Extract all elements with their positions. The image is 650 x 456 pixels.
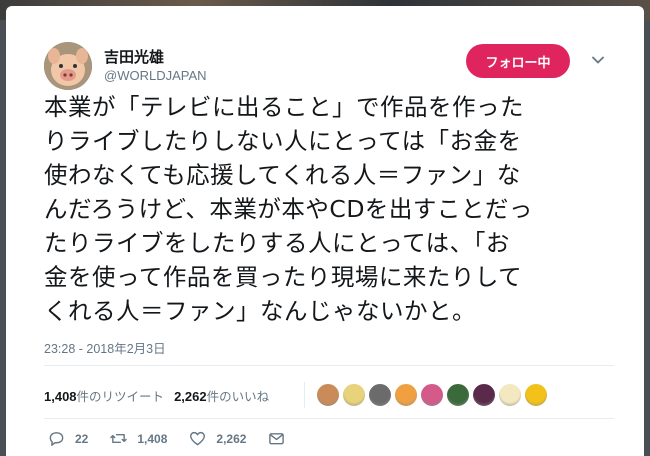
likes-count: 2,262: [174, 388, 207, 404]
tweet-line: んだろうけど、本業が本やCDを出すことだっ: [44, 195, 533, 223]
like-button[interactable]: 2,262: [189, 430, 246, 447]
user-name[interactable]: 吉田光雄: [104, 46, 164, 67]
direct-message-button[interactable]: [268, 430, 295, 447]
liker-avatar[interactable]: [524, 383, 548, 407]
stats-separator: [304, 382, 305, 408]
likes-label: 件のいいね: [206, 388, 270, 404]
retweets-stat[interactable]: 1,408件のリツイート: [44, 386, 164, 405]
liker-avatars: [316, 383, 550, 407]
tweet-line: 本業が「テレビに出ること」で作品を作った: [44, 93, 524, 121]
tweet-actions: 22 1,408 2,262: [48, 430, 317, 447]
tweet-text: 本業が「テレビに出ること」で作品を作った りライブしたりしない人にとっては「お金…: [44, 90, 624, 328]
retweet-count: 1,408: [137, 431, 168, 446]
liker-avatar[interactable]: [316, 383, 340, 407]
user-avatar[interactable]: [44, 42, 92, 90]
tweet-stats: 1,408件のリツイート 2,262件のいいね: [44, 377, 279, 413]
tweet-line: 金を使って作品を買ったり現場に来たりして: [44, 263, 523, 291]
retweets-count: 1,408: [44, 388, 77, 404]
divider: [44, 365, 614, 366]
likes-stat[interactable]: 2,262件のいいね: [174, 386, 269, 405]
envelope-icon: [269, 433, 285, 445]
liker-avatar[interactable]: [394, 383, 418, 407]
retweet-button[interactable]: 1,408: [110, 430, 167, 447]
liker-avatar[interactable]: [420, 383, 444, 407]
heart-icon: [190, 431, 206, 446]
tweet-line: たりライブをしたりする人にとっては、「お: [44, 229, 510, 257]
tweet-card: 吉田光雄 @WORLDJAPAN フォロー中 本業が「テレビに出ること」で作品を…: [6, 6, 644, 456]
reply-icon: [49, 432, 64, 446]
tweet-line: くれる人＝ファン」なんじゃないかと。: [44, 297, 476, 325]
reply-button[interactable]: 22: [48, 430, 88, 447]
tweet-timestamp[interactable]: 23:28 - 2018年2月3日: [44, 338, 166, 357]
divider: [44, 418, 614, 419]
tweet-line: 使わなくても応援してくれる人＝ファン」な: [44, 161, 521, 189]
reply-count: 22: [75, 431, 89, 446]
chevron-down-icon[interactable]: [590, 52, 606, 68]
tweet-line: りライブしたりしない人にとっては「お金を: [44, 127, 522, 155]
liker-avatar[interactable]: [498, 383, 522, 407]
liker-avatar[interactable]: [368, 383, 392, 407]
liker-avatar[interactable]: [446, 383, 470, 407]
pig-mask-avatar-icon: [44, 42, 92, 90]
follow-button[interactable]: フォロー中: [466, 44, 570, 78]
user-handle[interactable]: @WORLDJAPAN: [104, 68, 207, 83]
retweet-icon: [110, 434, 128, 443]
liker-avatar[interactable]: [472, 383, 496, 407]
like-count: 2,262: [216, 431, 247, 446]
retweets-label: 件のリツイート: [76, 388, 165, 404]
liker-avatar[interactable]: [342, 383, 366, 407]
tweet-header: 吉田光雄 @WORLDJAPAN フォロー中: [44, 42, 614, 92]
